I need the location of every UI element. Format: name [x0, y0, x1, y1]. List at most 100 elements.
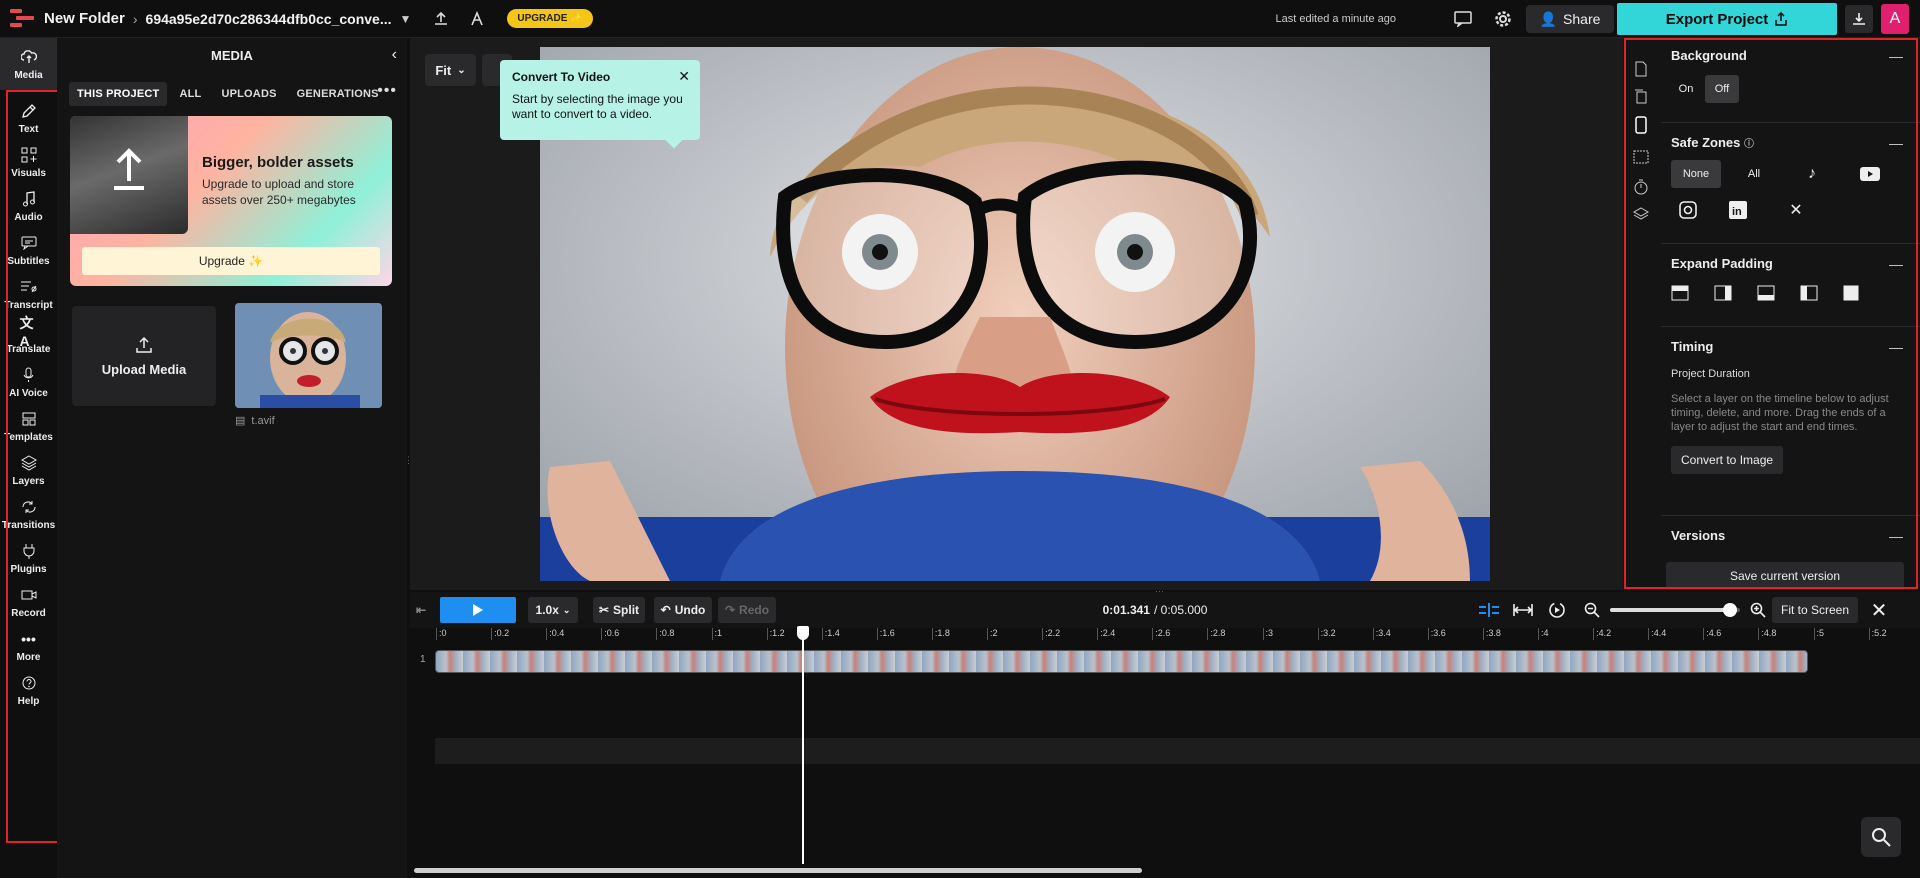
safe-zone-none[interactable]: None — [1671, 160, 1721, 188]
info-icon[interactable]: ⓘ — [1744, 139, 1754, 150]
background-off-option[interactable]: Off — [1705, 75, 1739, 103]
properties-rail — [1623, 38, 1661, 590]
tab-uploads[interactable]: UPLOADS — [213, 82, 284, 106]
promo-subtitle: Upgrade to upload and store assets over … — [202, 177, 356, 207]
tiktok-icon[interactable]: ♪ — [1787, 160, 1837, 188]
save-current-version-button[interactable]: Save current version — [1666, 562, 1904, 590]
padding-top-icon[interactable] — [1671, 285, 1689, 301]
instagram-icon[interactable] — [1671, 196, 1705, 224]
scissors-icon: ✂ — [598, 603, 610, 617]
horizontal-scrollbar[interactable] — [414, 868, 1142, 873]
safe-zones-section: Safe Zones ⓘ — None All ♪ in ✕ — [1671, 135, 1911, 224]
stage-resize-handle[interactable]: ⋯ — [1155, 586, 1164, 597]
export-project-button[interactable]: Export Project — [1617, 3, 1837, 35]
safe-zone-all[interactable]: All — [1729, 160, 1779, 188]
chevron-down-icon[interactable]: ▼ — [400, 12, 412, 26]
tab-generations[interactable]: GENERATIONS — [289, 82, 387, 106]
grid-icon[interactable] — [1632, 148, 1650, 166]
timer-icon[interactable] — [1632, 178, 1650, 196]
zoom-out-icon[interactable] — [1582, 597, 1602, 623]
search-icon — [1872, 828, 1891, 847]
zoom-in-icon[interactable] — [1748, 597, 1768, 623]
playhead[interactable] — [802, 626, 804, 864]
media-thumbnail[interactable] — [235, 303, 382, 408]
project-name[interactable]: 694a95e2d70c286344dfb0cc_conve... — [146, 11, 392, 27]
fit-label: Fit — [435, 62, 452, 78]
more-options-icon[interactable]: ••• — [377, 82, 397, 100]
split-label: Split — [613, 603, 640, 617]
fit-dropdown[interactable]: Fit ⌄ — [425, 54, 476, 86]
zoom-slider-handle[interactable] — [1722, 603, 1737, 617]
media-panel-title: MEDIA — [211, 48, 253, 63]
convert-to-image-button[interactable]: Convert to Image — [1671, 446, 1784, 474]
upgrade-promo-card: Bigger, bolder assets Upgrade to upload … — [70, 116, 392, 286]
track-number: 1 — [420, 654, 426, 665]
linkedin-icon[interactable]: in — [1713, 196, 1763, 224]
padding-left-icon[interactable] — [1800, 285, 1818, 301]
tab-this-project[interactable]: THIS PROJECT — [69, 82, 168, 106]
speed-dropdown[interactable]: 1.0x ⌄ — [528, 597, 578, 623]
collapse-left-icon[interactable]: ⇤ — [412, 597, 430, 623]
video-clip-track[interactable] — [435, 650, 1808, 673]
split-button[interactable]: ✂ Split — [593, 597, 645, 623]
versions-section: Versions — — [1671, 528, 1911, 544]
preview-stage: Fit ⌄ Convert To Video Start by selectin… — [410, 38, 1623, 590]
collapse-icon[interactable]: — — [1889, 135, 1903, 151]
download-button[interactable] — [1845, 5, 1873, 33]
current-time: 0:01.341 — [1102, 603, 1150, 617]
safe-zones-label: Safe Zones — [1671, 135, 1741, 150]
upgrade-badge[interactable]: UPGRADE ✨ — [507, 9, 593, 28]
collapse-icon[interactable]: — — [1889, 339, 1903, 355]
padding-right-icon[interactable] — [1714, 285, 1732, 301]
app-logo[interactable] — [10, 8, 34, 29]
fit-to-screen-button[interactable]: Fit to Screen — [1772, 597, 1858, 623]
play-button[interactable] — [440, 597, 516, 623]
comment-icon[interactable] — [1453, 9, 1473, 29]
timeline-ruler[interactable]: :0:0.2:0.4:0.6:0.8:1:1.2:1.4:1.6:1.8:2:2… — [435, 628, 1920, 642]
brand-mark-icon[interactable] — [465, 7, 489, 31]
nav-media[interactable]: Media — [0, 38, 57, 90]
search-button[interactable] — [1861, 817, 1901, 857]
tab-all[interactable]: ALL — [171, 82, 209, 106]
panel-resize-handle[interactable]: ⋮ — [404, 455, 413, 467]
upload-media-label: Upload Media — [101, 361, 187, 377]
background-on-option[interactable]: On — [1671, 75, 1701, 103]
ruler-tick: :2.4 — [1097, 628, 1116, 640]
file-icon: ▤ — [235, 415, 246, 427]
promo-upgrade-button[interactable]: Upgrade ✨ — [82, 247, 380, 275]
breadcrumb-folder[interactable]: New Folder — [44, 10, 125, 27]
mobile-frame-icon[interactable] — [1632, 116, 1650, 134]
redo-button[interactable]: ↷ Redo — [718, 597, 776, 623]
section-divider — [1661, 326, 1920, 327]
padding-bottom-icon[interactable] — [1757, 285, 1775, 301]
convert-to-video-tooltip: Convert To Video Start by selecting the … — [500, 60, 700, 149]
x-twitter-icon[interactable]: ✕ — [1771, 196, 1821, 224]
collapse-icon[interactable]: — — [1889, 48, 1903, 64]
fit-width-icon[interactable] — [1510, 597, 1536, 623]
share-button[interactable]: 👤 Share — [1526, 5, 1614, 33]
empty-track-lane[interactable] — [435, 738, 1920, 764]
playhead-handle[interactable] — [797, 626, 809, 640]
upload-media-button[interactable]: Upload Media — [72, 306, 216, 406]
close-icon[interactable]: ✕ — [678, 68, 690, 85]
collapse-chevron-icon[interactable]: ‹ — [392, 46, 397, 64]
ruler-tick: :0.4 — [546, 628, 565, 640]
zoom-slider-fill — [1610, 608, 1730, 612]
padding-all-icon[interactable] — [1843, 285, 1859, 301]
document-icon[interactable] — [1632, 60, 1650, 78]
collapse-icon[interactable]: — — [1889, 528, 1903, 544]
undo-button[interactable]: ↶ Undo — [654, 597, 712, 623]
collapse-icon[interactable]: — — [1889, 256, 1903, 272]
avatar[interactable]: A — [1881, 4, 1909, 34]
snap-icon[interactable] — [1476, 597, 1502, 623]
project-duration-label: Project Duration — [1671, 368, 1750, 380]
settings-gear-icon[interactable] — [1493, 9, 1513, 29]
duplicate-icon[interactable] — [1632, 88, 1650, 106]
layers-icon[interactable] — [1632, 206, 1650, 224]
close-timeline-icon[interactable]: ✕ — [1868, 597, 1890, 623]
zoom-slider[interactable] — [1610, 603, 1740, 617]
playback-loop-icon[interactable] — [1544, 597, 1570, 623]
upload-icon[interactable] — [429, 7, 453, 31]
ruler-tick: :3.8 — [1482, 628, 1501, 640]
youtube-icon[interactable] — [1845, 160, 1895, 188]
